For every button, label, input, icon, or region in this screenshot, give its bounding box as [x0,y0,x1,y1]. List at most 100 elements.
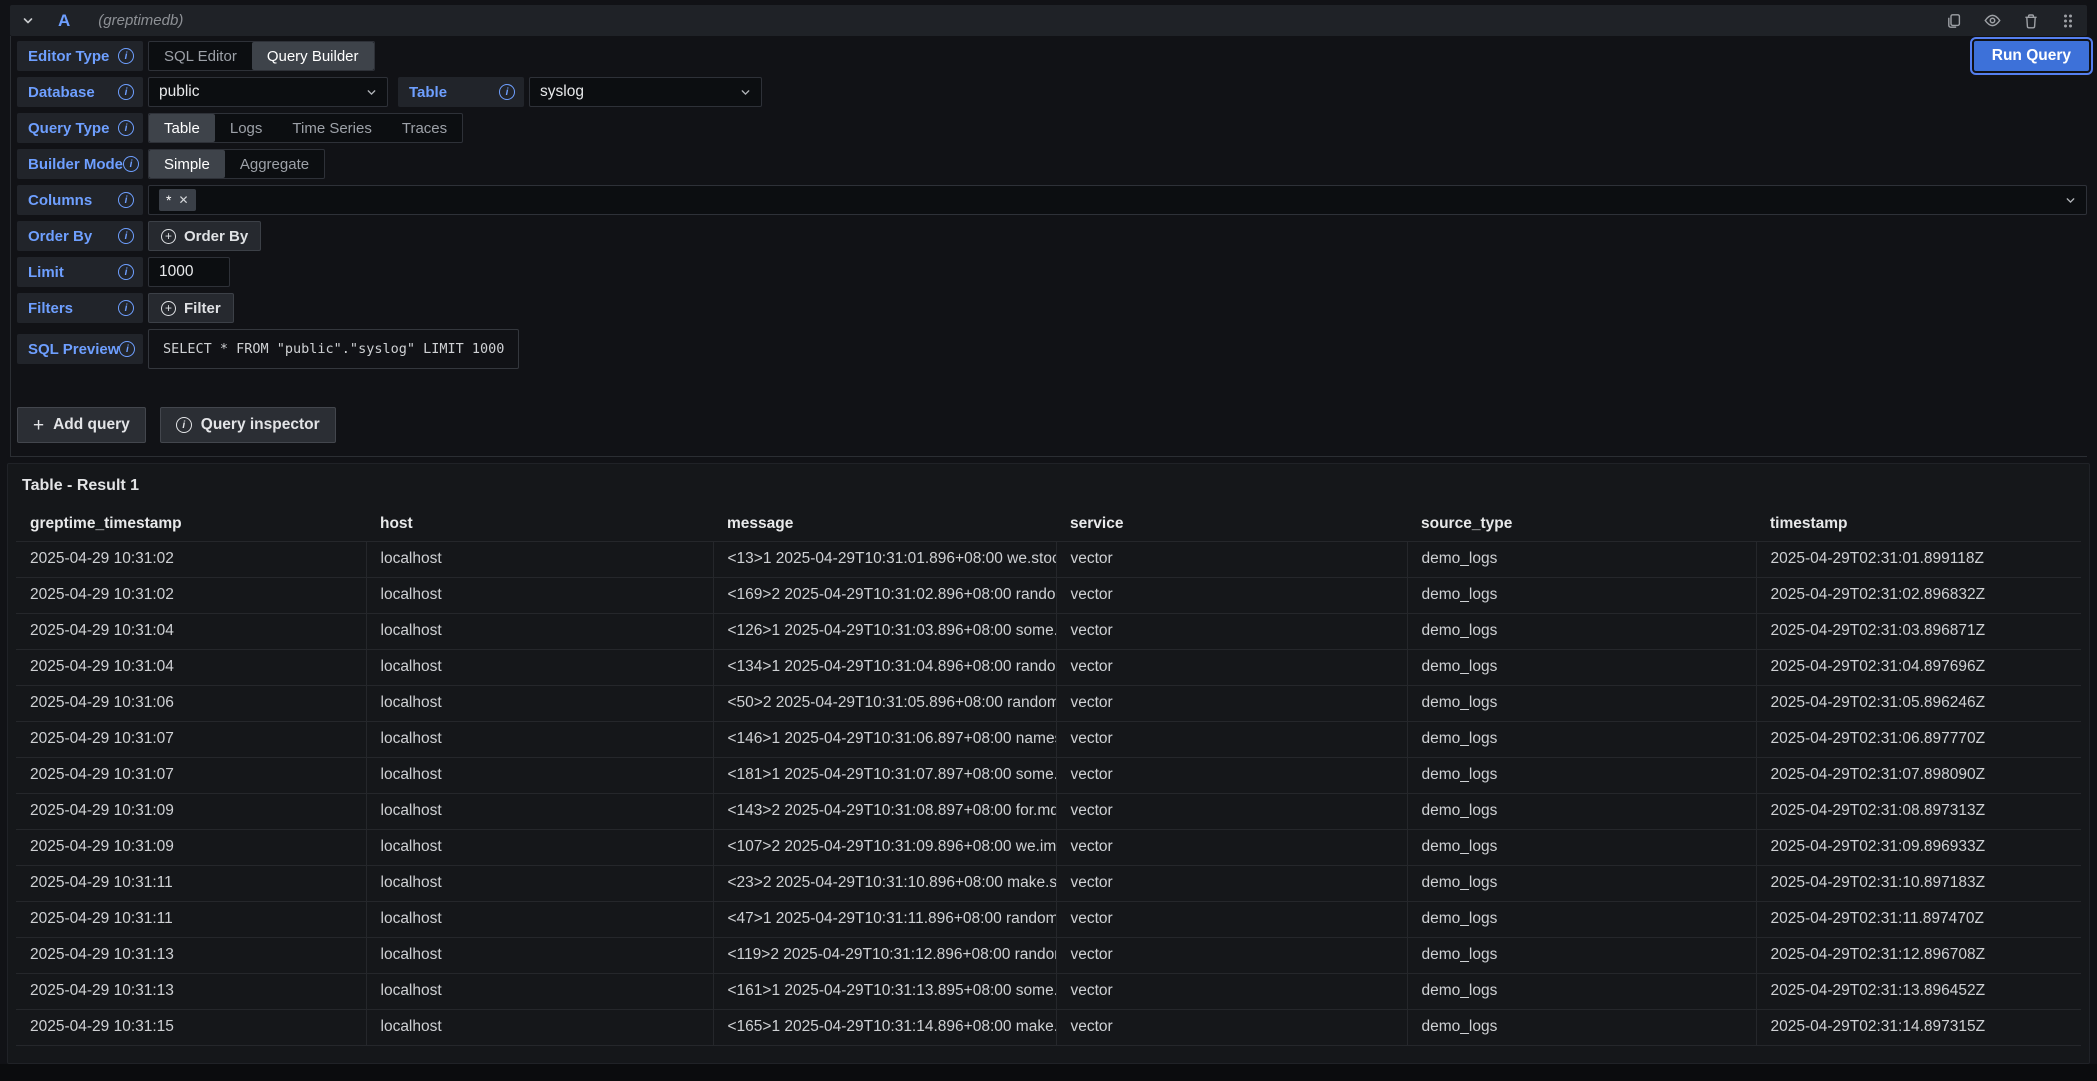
column-header-service[interactable]: service [1056,507,1407,541]
table-cell: 2025-04-29 10:31:15 [16,1009,366,1045]
table-cell: demo_logs [1407,793,1756,829]
hide-response-eye-icon[interactable] [1984,12,2001,29]
column-chip[interactable]: * ✕ [159,189,196,211]
radio-option-time-series[interactable]: Time Series [277,114,386,142]
info-icon[interactable]: i [118,264,134,280]
table-cell: localhost [366,613,713,649]
query-inspector-button[interactable]: i Query inspector [160,407,336,443]
table-cell: vector [1056,1009,1407,1045]
radio-option-query-builder[interactable]: Query Builder [252,42,374,70]
info-icon[interactable]: i [119,341,135,357]
radio-option-sql-editor[interactable]: SQL Editor [149,42,252,70]
table-cell: <143>2 2025-04-29T10:31:08.897+08:00 for… [713,793,1056,829]
table-cell: 2025-04-29 10:31:11 [16,865,366,901]
table-row: 2025-04-29 10:31:04localhost<126>1 2025-… [16,613,2081,649]
add-order-by-button[interactable]: + Order By [148,221,261,251]
table-select[interactable]: syslog [529,77,762,107]
radio-option-logs[interactable]: Logs [215,114,278,142]
table-row: 2025-04-29 10:31:09localhost<143>2 2025-… [16,793,2081,829]
radio-option-traces[interactable]: Traces [387,114,462,142]
table-cell: demo_logs [1407,1009,1756,1045]
database-select[interactable]: public [148,77,388,107]
table-row: 2025-04-29 10:31:09localhost<107>2 2025-… [16,829,2081,865]
table-cell: localhost [366,541,713,577]
table-cell: <146>1 2025-04-29T10:31:06.897+08:00 nam… [713,721,1056,757]
query-actions-row: + Add query i Query inspector [17,407,2087,456]
order-by-label-box: Order By i [17,221,143,251]
radio-option-simple[interactable]: Simple [149,150,225,178]
remove-column-icon[interactable]: ✕ [178,194,188,206]
column-header-message[interactable]: message [713,507,1056,541]
database-value: public [159,83,200,101]
table-cell: <107>2 2025-04-29T10:31:09.896+08:00 we.… [713,829,1056,865]
builder-mode-radio-group: SimpleAggregate [148,149,325,179]
table-cell: 2025-04-29 10:31:09 [16,829,366,865]
table-cell: localhost [366,973,713,1009]
datasource-hint: (greptimedb) [98,12,183,29]
table-cell: localhost [366,793,713,829]
table-cell: demo_logs [1407,685,1756,721]
sql-preview-label-box: SQL Preview i [17,334,143,364]
table-cell: 2025-04-29 10:31:04 [16,613,366,649]
add-filter-button[interactable]: + Filter [148,293,234,323]
database-label: Database [28,84,95,101]
limit-input[interactable] [148,257,230,287]
filters-label-box: Filters i [17,293,143,323]
table-cell: vector [1056,973,1407,1009]
collapse-chevron-icon[interactable] [22,15,34,27]
table-row: 2025-04-29 10:31:13localhost<161>1 2025-… [16,973,2081,1009]
table-cell: demo_logs [1407,865,1756,901]
duplicate-query-icon[interactable] [1946,13,1962,29]
table-cell: vector [1056,577,1407,613]
sql-preview-row: SQL Preview i SELECT * FROM "public"."sy… [17,329,2087,369]
plus-circle-icon: + [161,301,176,316]
column-header-timestamp[interactable]: timestamp [1756,507,2081,541]
radio-option-table[interactable]: Table [149,114,215,142]
table-cell: 2025-04-29T02:31:14.897315Z [1756,1009,2081,1045]
info-icon[interactable]: i [499,84,515,100]
query-ref-id[interactable]: A [58,11,70,31]
drag-handle-icon[interactable] [2061,13,2075,29]
delete-query-trash-icon[interactable] [2023,13,2039,29]
query-type-radio-group: TableLogsTime SeriesTraces [148,113,463,143]
table-cell: demo_logs [1407,613,1756,649]
table-cell: demo_logs [1407,721,1756,757]
table-label: Table [409,84,447,101]
table-cell: <165>1 2025-04-29T10:31:14.896+08:00 mak… [713,1009,1056,1045]
info-icon[interactable]: i [118,84,134,100]
table-cell: <126>1 2025-04-29T10:31:03.896+08:00 som… [713,613,1056,649]
order-by-button-label: Order By [184,228,248,245]
sql-preview-label: SQL Preview [28,341,119,358]
table-cell: vector [1056,613,1407,649]
column-header-source_type[interactable]: source_type [1407,507,1756,541]
table-cell: <50>2 2025-04-29T10:31:05.896+08:00 rand… [713,685,1056,721]
column-header-host[interactable]: host [366,507,713,541]
info-icon[interactable]: i [118,228,134,244]
radio-option-aggregate[interactable]: Aggregate [225,150,324,178]
info-icon[interactable]: i [118,120,134,136]
table-cell: 2025-04-29T02:31:09.896933Z [1756,829,2081,865]
info-icon[interactable]: i [123,156,139,172]
info-icon[interactable]: i [118,300,134,316]
column-header-greptime_timestamp[interactable]: greptime_timestamp [16,507,366,541]
builder-mode-label: Builder Mode [28,156,123,173]
info-icon[interactable]: i [118,48,134,64]
table-cell: vector [1056,757,1407,793]
add-query-button[interactable]: + Add query [17,407,146,443]
query-header-actions [1946,12,2075,29]
chevron-down-icon [740,87,751,98]
run-query-button[interactable]: Run Query [1974,41,2089,71]
limit-label-box: Limit i [17,257,143,287]
table-cell: vector [1056,829,1407,865]
sql-preview-text: SELECT * FROM "public"."syslog" LIMIT 10… [163,341,504,357]
table-row: 2025-04-29 10:31:04localhost<134>1 2025-… [16,649,2081,685]
table-cell: localhost [366,685,713,721]
table-cell: <134>1 2025-04-29T10:31:04.896+08:00 ran… [713,649,1056,685]
info-icon[interactable]: i [118,192,134,208]
query-row-header: A (greptimedb) [10,5,2087,36]
columns-multiselect[interactable]: * ✕ [148,185,2087,215]
table-cell: <119>2 2025-04-29T10:31:12.896+08:00 ran… [713,937,1056,973]
table-cell: vector [1056,865,1407,901]
table-cell: 2025-04-29T02:31:08.897313Z [1756,793,2081,829]
table-cell: demo_logs [1407,577,1756,613]
